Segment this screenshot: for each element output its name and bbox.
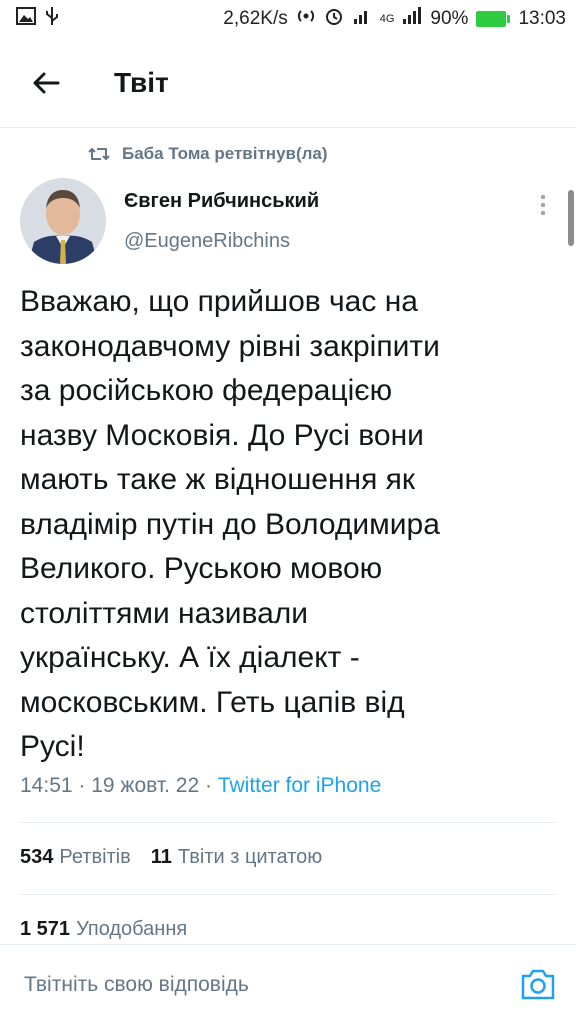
author-handle[interactable]: @EugeneRibchins	[124, 230, 290, 253]
tweet-date: 19 жовт. 22	[91, 774, 200, 797]
camera-icon	[521, 969, 555, 1000]
likes-stat[interactable]: 1 571 Уподобання	[20, 918, 187, 941]
scrollbar[interactable]	[568, 190, 574, 246]
retweets-stat[interactable]: 534 Ретвітів	[20, 846, 131, 869]
status-bar: 2,62K/s 4G 90% 13:03	[0, 0, 576, 38]
header: Твіт	[0, 38, 576, 128]
hotspot-icon	[296, 6, 316, 32]
clock: 13:03	[518, 8, 566, 29]
more-vertical-icon	[540, 194, 546, 216]
network-type: 4G	[379, 13, 395, 25]
camera-button[interactable]	[520, 967, 556, 1001]
retweets-label: Ретвітів	[59, 846, 131, 868]
retweet-context[interactable]: Баба Тома ретвітнув(ла)	[88, 144, 328, 164]
stats-row: 534 Ретвітів 11 Твіти з цитатою	[20, 846, 322, 869]
signal-icon	[352, 7, 372, 31]
reply-bar: Твітніть свою відповідь	[0, 944, 576, 1024]
page-title: Твіт	[114, 66, 169, 98]
quotes-label: Твіти з цитатою	[177, 846, 323, 868]
likes-row: 1 571 Уподобання	[20, 918, 187, 941]
quotes-count: 11	[150, 846, 172, 868]
tweet-source-link[interactable]: Twitter for iPhone	[218, 774, 381, 798]
retweet-icon	[88, 148, 110, 160]
battery-percent: 90%	[430, 8, 469, 29]
avatar[interactable]	[20, 178, 106, 264]
divider	[20, 822, 556, 823]
gallery-icon	[16, 7, 36, 31]
retweets-count: 534	[20, 846, 54, 868]
tweet-time: 14:51	[20, 774, 73, 797]
arrow-left-icon	[33, 72, 60, 93]
likes-count: 1 571	[20, 918, 71, 940]
reply-input[interactable]: Твітніть свою відповідь	[24, 973, 249, 997]
more-options-button[interactable]	[528, 188, 558, 222]
meta-separator-2: ·	[199, 774, 218, 797]
quotes-stat[interactable]: 11 Твіти з цитатою	[151, 846, 322, 869]
author-name[interactable]: Євген Рибчинський	[124, 190, 319, 213]
battery-icon	[476, 11, 511, 27]
alarm-icon	[324, 6, 344, 32]
divider	[20, 894, 556, 895]
signal-icon-2	[402, 7, 422, 31]
meta-separator: ·	[72, 774, 92, 797]
network-speed: 2,62K/s	[223, 8, 288, 29]
retweet-context-label: Баба Тома ретвітнув(ла)	[122, 144, 328, 163]
usb-icon	[44, 6, 60, 32]
back-button[interactable]	[16, 53, 76, 113]
likes-label: Уподобання	[76, 918, 188, 940]
tweet-meta: 14:51 · 19 жовт. 22 · Twitter for iPhone	[20, 774, 381, 798]
tweet-text: Вважаю, що прийшов час на законодавчому …	[20, 285, 440, 763]
